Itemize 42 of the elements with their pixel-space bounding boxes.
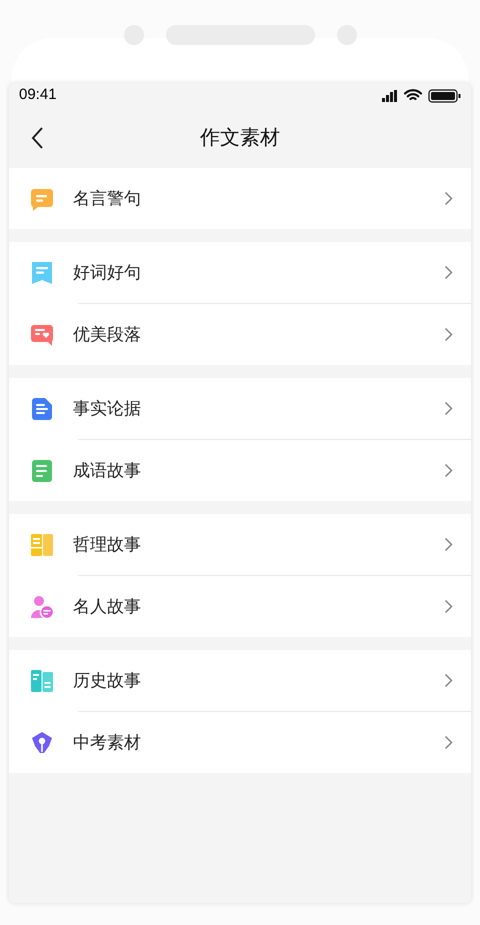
heart-bubble-icon [30,322,54,346]
chevron-right-icon [444,673,453,688]
menu-item[interactable]: 哲理故事 [9,514,471,575]
menu-item[interactable]: 好词好句 [9,242,471,303]
status-time: 09:41 [19,85,57,106]
chevron-right-icon [444,463,453,478]
menu-item[interactable]: 事实论据 [9,378,471,439]
chevron-right-icon [444,599,453,614]
item-label: 历史故事 [73,670,142,692]
chevron-right-icon [444,191,453,206]
item-label: 成语故事 [73,460,142,482]
item-label: 事实论据 [73,398,142,420]
pen-nib-icon [30,730,54,754]
chevron-right-icon [444,265,453,280]
back-icon [30,126,44,150]
item-label: 名言警句 [73,188,142,210]
panels-icon [30,532,54,556]
menu-item[interactable]: 优美段落 [9,304,471,365]
battery-icon [428,88,461,102]
chevron-right-icon [444,537,453,552]
chevron-right-icon [444,735,453,750]
wifi-icon [404,89,422,102]
signal-icon [382,90,398,102]
chevron-right-icon [444,327,453,342]
item-label: 好词好句 [73,262,142,284]
person-icon [30,594,54,618]
page-title: 作文素材 [200,126,280,151]
menu-item[interactable]: 名人故事 [9,576,471,637]
item-label: 中考素材 [73,732,142,754]
chat-bubble-icon [30,186,54,210]
menu-item[interactable]: 名言警句 [9,168,471,229]
book-icon [30,668,54,692]
item-label: 优美段落 [73,324,142,346]
menu-item[interactable]: 中考素材 [9,712,471,773]
item-label: 名人故事 [73,596,142,618]
document-icon [30,458,54,482]
bookmark-icon [30,260,54,284]
menu-item[interactable]: 历史故事 [9,650,471,711]
item-label: 哲理故事 [73,534,142,556]
menu-item[interactable]: 成语故事 [9,440,471,501]
chevron-right-icon [444,401,453,416]
document-icon [30,396,54,420]
